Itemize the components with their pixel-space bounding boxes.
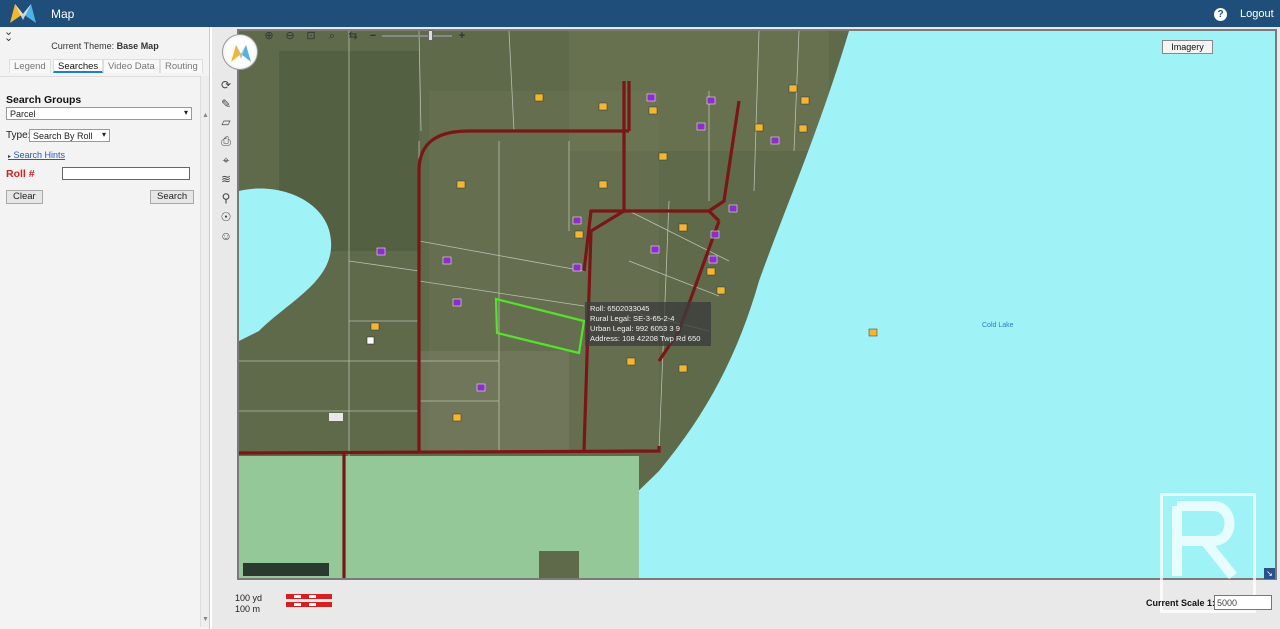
search-group-select[interactable]: Parcel ▾ (6, 107, 192, 120)
tooltip-urban-legal: Urban Legal: 992 6053 3 9 (590, 324, 680, 333)
clear-button[interactable]: Clear (6, 190, 43, 204)
roll-input[interactable] (62, 167, 190, 180)
search-button[interactable]: Search (150, 190, 195, 204)
street-view-icon[interactable]: ☉ (218, 209, 234, 225)
search-hints-label: Search Hints (13, 150, 66, 160)
map-canvas[interactable] (239, 31, 1277, 580)
draw-pencil-icon[interactable]: ✎ (218, 96, 234, 112)
roll-label: Roll # (6, 168, 35, 180)
tooltip-roll: Roll: 6502033045 (590, 304, 650, 313)
search-group-value: Parcel (10, 109, 36, 119)
zoom-plus-icon[interactable]: + (455, 29, 469, 43)
chevron-down-icon: ▾ (183, 108, 188, 117)
search-panel: Search Groups Parcel ▾ Type: Search By R… (0, 76, 200, 626)
compass-logo-icon (231, 45, 251, 62)
panel-scrollbar[interactable]: ▲ ▼ (200, 76, 209, 627)
tab-legend[interactable]: Legend (9, 59, 51, 73)
full-extent-icon[interactable]: ⇆ (346, 29, 360, 43)
scale-bar (286, 594, 332, 607)
layers-icon[interactable]: ≋ (218, 171, 234, 187)
tooltip-rural-legal: Rural Legal: SE-3-65-2-4 (590, 314, 675, 323)
current-theme: Current Theme: Base Map (0, 41, 210, 51)
zoom-box-icon[interactable]: ⊡ (304, 29, 318, 43)
search-type-select[interactable]: Search By Roll ▾ (29, 129, 110, 142)
identify-icon[interactable]: ⚲ (218, 190, 234, 206)
scale-meters: 100 m (235, 604, 261, 614)
tooltip-address: Address: 108 42208 Twp Rd 650 (590, 334, 701, 343)
zoom-slider-handle[interactable] (428, 30, 433, 41)
logout-link[interactable]: Logout (1240, 8, 1274, 20)
chevron-down-icon: ▾ (101, 130, 106, 139)
tab-video-data[interactable]: Video Data (103, 59, 160, 73)
collapse-panel-icon[interactable]: ⌄ ⌄ (4, 27, 13, 44)
current-scale-label: Current Scale 1: (1146, 598, 1216, 608)
measure-ruler-icon[interactable]: ▱ (218, 114, 234, 130)
search-groups-label: Search Groups (6, 94, 82, 106)
lake-label: Cold Lake (982, 322, 1014, 329)
zoom-out-icon[interactable]: ⊖ (283, 29, 297, 43)
compass-icon[interactable] (222, 34, 258, 70)
imagery-toggle-button[interactable]: Imagery (1162, 40, 1213, 54)
scale-yards: 100 yd (235, 593, 263, 603)
search-type-value: Search By Roll (33, 131, 93, 141)
tab-routing[interactable]: Routing (160, 59, 203, 73)
current-scale-input[interactable] (1214, 595, 1272, 610)
zoom-slider-track[interactable] (382, 35, 452, 37)
refresh-icon[interactable]: ⟳ (218, 77, 234, 93)
theme-name: Base Map (116, 41, 159, 51)
top-bar: Map ? Logout (0, 0, 1280, 27)
scroll-up-icon[interactable]: ▲ (202, 112, 209, 119)
zoom-in-icon[interactable]: ⊕ (262, 29, 276, 43)
help-icon[interactable]: ? (1214, 8, 1227, 21)
scroll-down-icon[interactable]: ▼ (202, 616, 209, 623)
print-icon[interactable]: ⎙ (218, 133, 234, 149)
theme-prefix: Current Theme: (51, 41, 115, 51)
map-overlay-box (243, 563, 329, 576)
tab-searches[interactable]: Searches (53, 59, 104, 73)
left-panel: ⌄ ⌄ Current Theme: Base Map Legend Search… (0, 27, 210, 629)
zoom-previous-icon[interactable]: ⌕ (325, 29, 339, 43)
type-label: Type: (6, 130, 31, 141)
map-viewport[interactable] (237, 29, 1277, 580)
user-location-icon[interactable]: ☺ (218, 228, 234, 244)
app-logo-icon[interactable] (10, 4, 36, 23)
expand-map-icon[interactable]: ↘ (1264, 568, 1275, 579)
parcel-tooltip: Roll: 6502033045 Rural Legal: SE-3-65-2-… (585, 302, 711, 346)
app-title: Map (51, 7, 75, 21)
watermark-r-icon (1172, 501, 1237, 580)
search-hints-link[interactable]: ▸ Search Hints (8, 150, 65, 160)
zoom-minus-icon[interactable]: − (366, 29, 380, 43)
location-pin-icon[interactable]: ⌖ (218, 152, 234, 168)
caret-right-icon: ▸ (8, 154, 12, 160)
